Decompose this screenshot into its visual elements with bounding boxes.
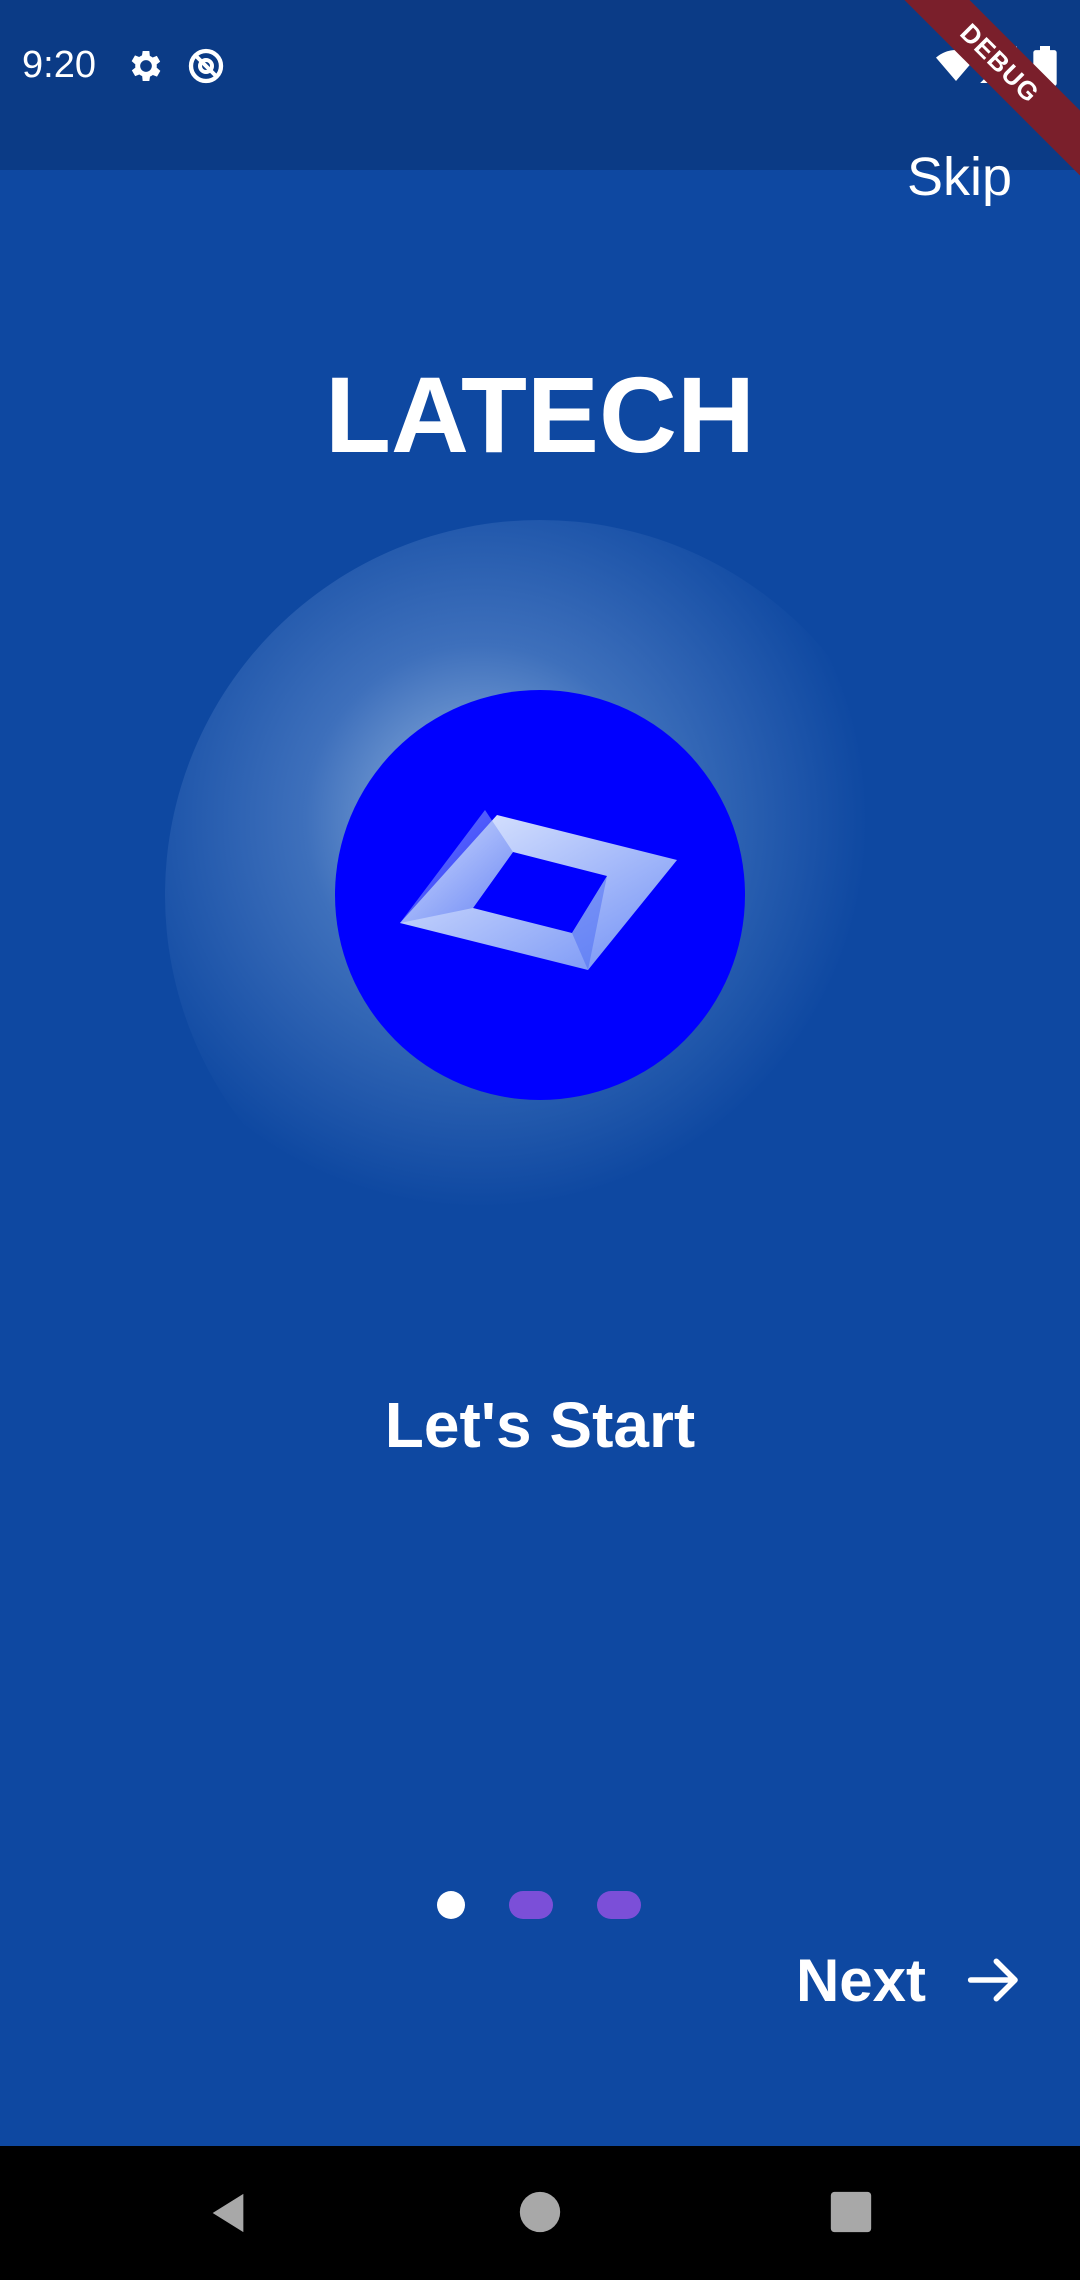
recents-icon[interactable] bbox=[829, 2190, 873, 2234]
status-time: 9:20 bbox=[22, 44, 96, 86]
page-indicator-dot-2[interactable] bbox=[509, 1891, 553, 1919]
next-label: Next bbox=[795, 1946, 926, 2014]
at-sign-icon bbox=[188, 48, 224, 84]
page-indicator-dot-3[interactable] bbox=[597, 1891, 641, 1919]
onboarding-screen: 9:20 DEBUG Skip LATECH Let's Start Next bbox=[0, 0, 1080, 2280]
skip-button[interactable]: Skip bbox=[907, 146, 1012, 208]
onboarding-subtitle: Let's Start bbox=[384, 1389, 696, 1461]
page-indicator-dot-active[interactable] bbox=[437, 1891, 465, 1919]
arrow-right-icon bbox=[967, 1958, 1018, 2002]
next-button[interactable]: Next bbox=[796, 1940, 1022, 2020]
latech-logo-icon bbox=[400, 810, 677, 970]
back-icon[interactable] bbox=[205, 2190, 251, 2236]
gear-icon bbox=[131, 51, 161, 81]
home-icon[interactable] bbox=[518, 2190, 562, 2234]
app-title: LATECH bbox=[325, 354, 755, 475]
status-bar: 9:20 DEBUG bbox=[0, 0, 1080, 186]
